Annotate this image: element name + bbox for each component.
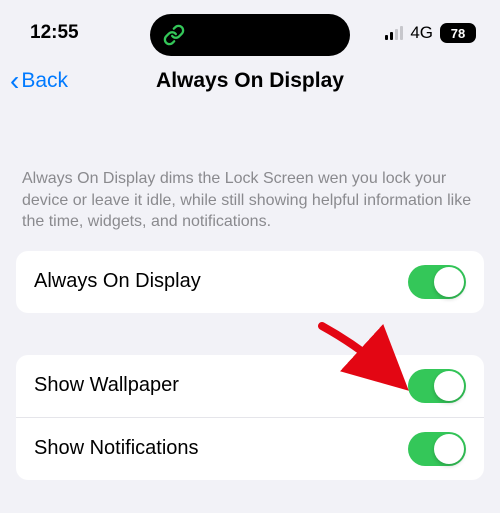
show-wallpaper-toggle[interactable] xyxy=(408,369,466,403)
always-on-toggle[interactable] xyxy=(408,265,466,299)
status-right: 4G 78 xyxy=(385,23,476,43)
back-label: Back xyxy=(21,69,68,93)
back-button[interactable]: ‹ Back xyxy=(10,67,68,95)
dynamic-island xyxy=(150,14,350,56)
toggle-knob xyxy=(434,371,464,401)
settings-group-main: Always On Display xyxy=(16,251,484,313)
always-on-display-row[interactable]: Always On Display xyxy=(16,251,484,313)
link-icon xyxy=(162,23,186,47)
description-text: Always On Display dims the Lock Screen w… xyxy=(0,112,500,251)
status-bar: 12:55 4G 78 xyxy=(0,0,500,56)
status-time: 12:55 xyxy=(30,22,79,44)
signal-bars-icon xyxy=(385,26,404,40)
settings-group-options: Show Wallpaper Show Notifications xyxy=(16,355,484,480)
battery-icon: 78 xyxy=(440,23,476,43)
toggle-knob xyxy=(434,267,464,297)
show-wallpaper-row[interactable]: Show Wallpaper xyxy=(16,355,484,418)
battery-level: 78 xyxy=(451,26,465,41)
show-notifications-label: Show Notifications xyxy=(34,437,199,460)
nav-bar: ‹ Back Always On Display xyxy=(0,56,500,112)
show-wallpaper-label: Show Wallpaper xyxy=(34,374,179,397)
always-on-label: Always On Display xyxy=(34,270,201,293)
show-notifications-toggle[interactable] xyxy=(408,432,466,466)
show-notifications-row[interactable]: Show Notifications xyxy=(16,418,484,480)
toggle-knob xyxy=(434,434,464,464)
chevron-left-icon: ‹ xyxy=(10,67,19,95)
network-label: 4G xyxy=(410,23,433,43)
page-title: Always On Display xyxy=(156,69,344,93)
